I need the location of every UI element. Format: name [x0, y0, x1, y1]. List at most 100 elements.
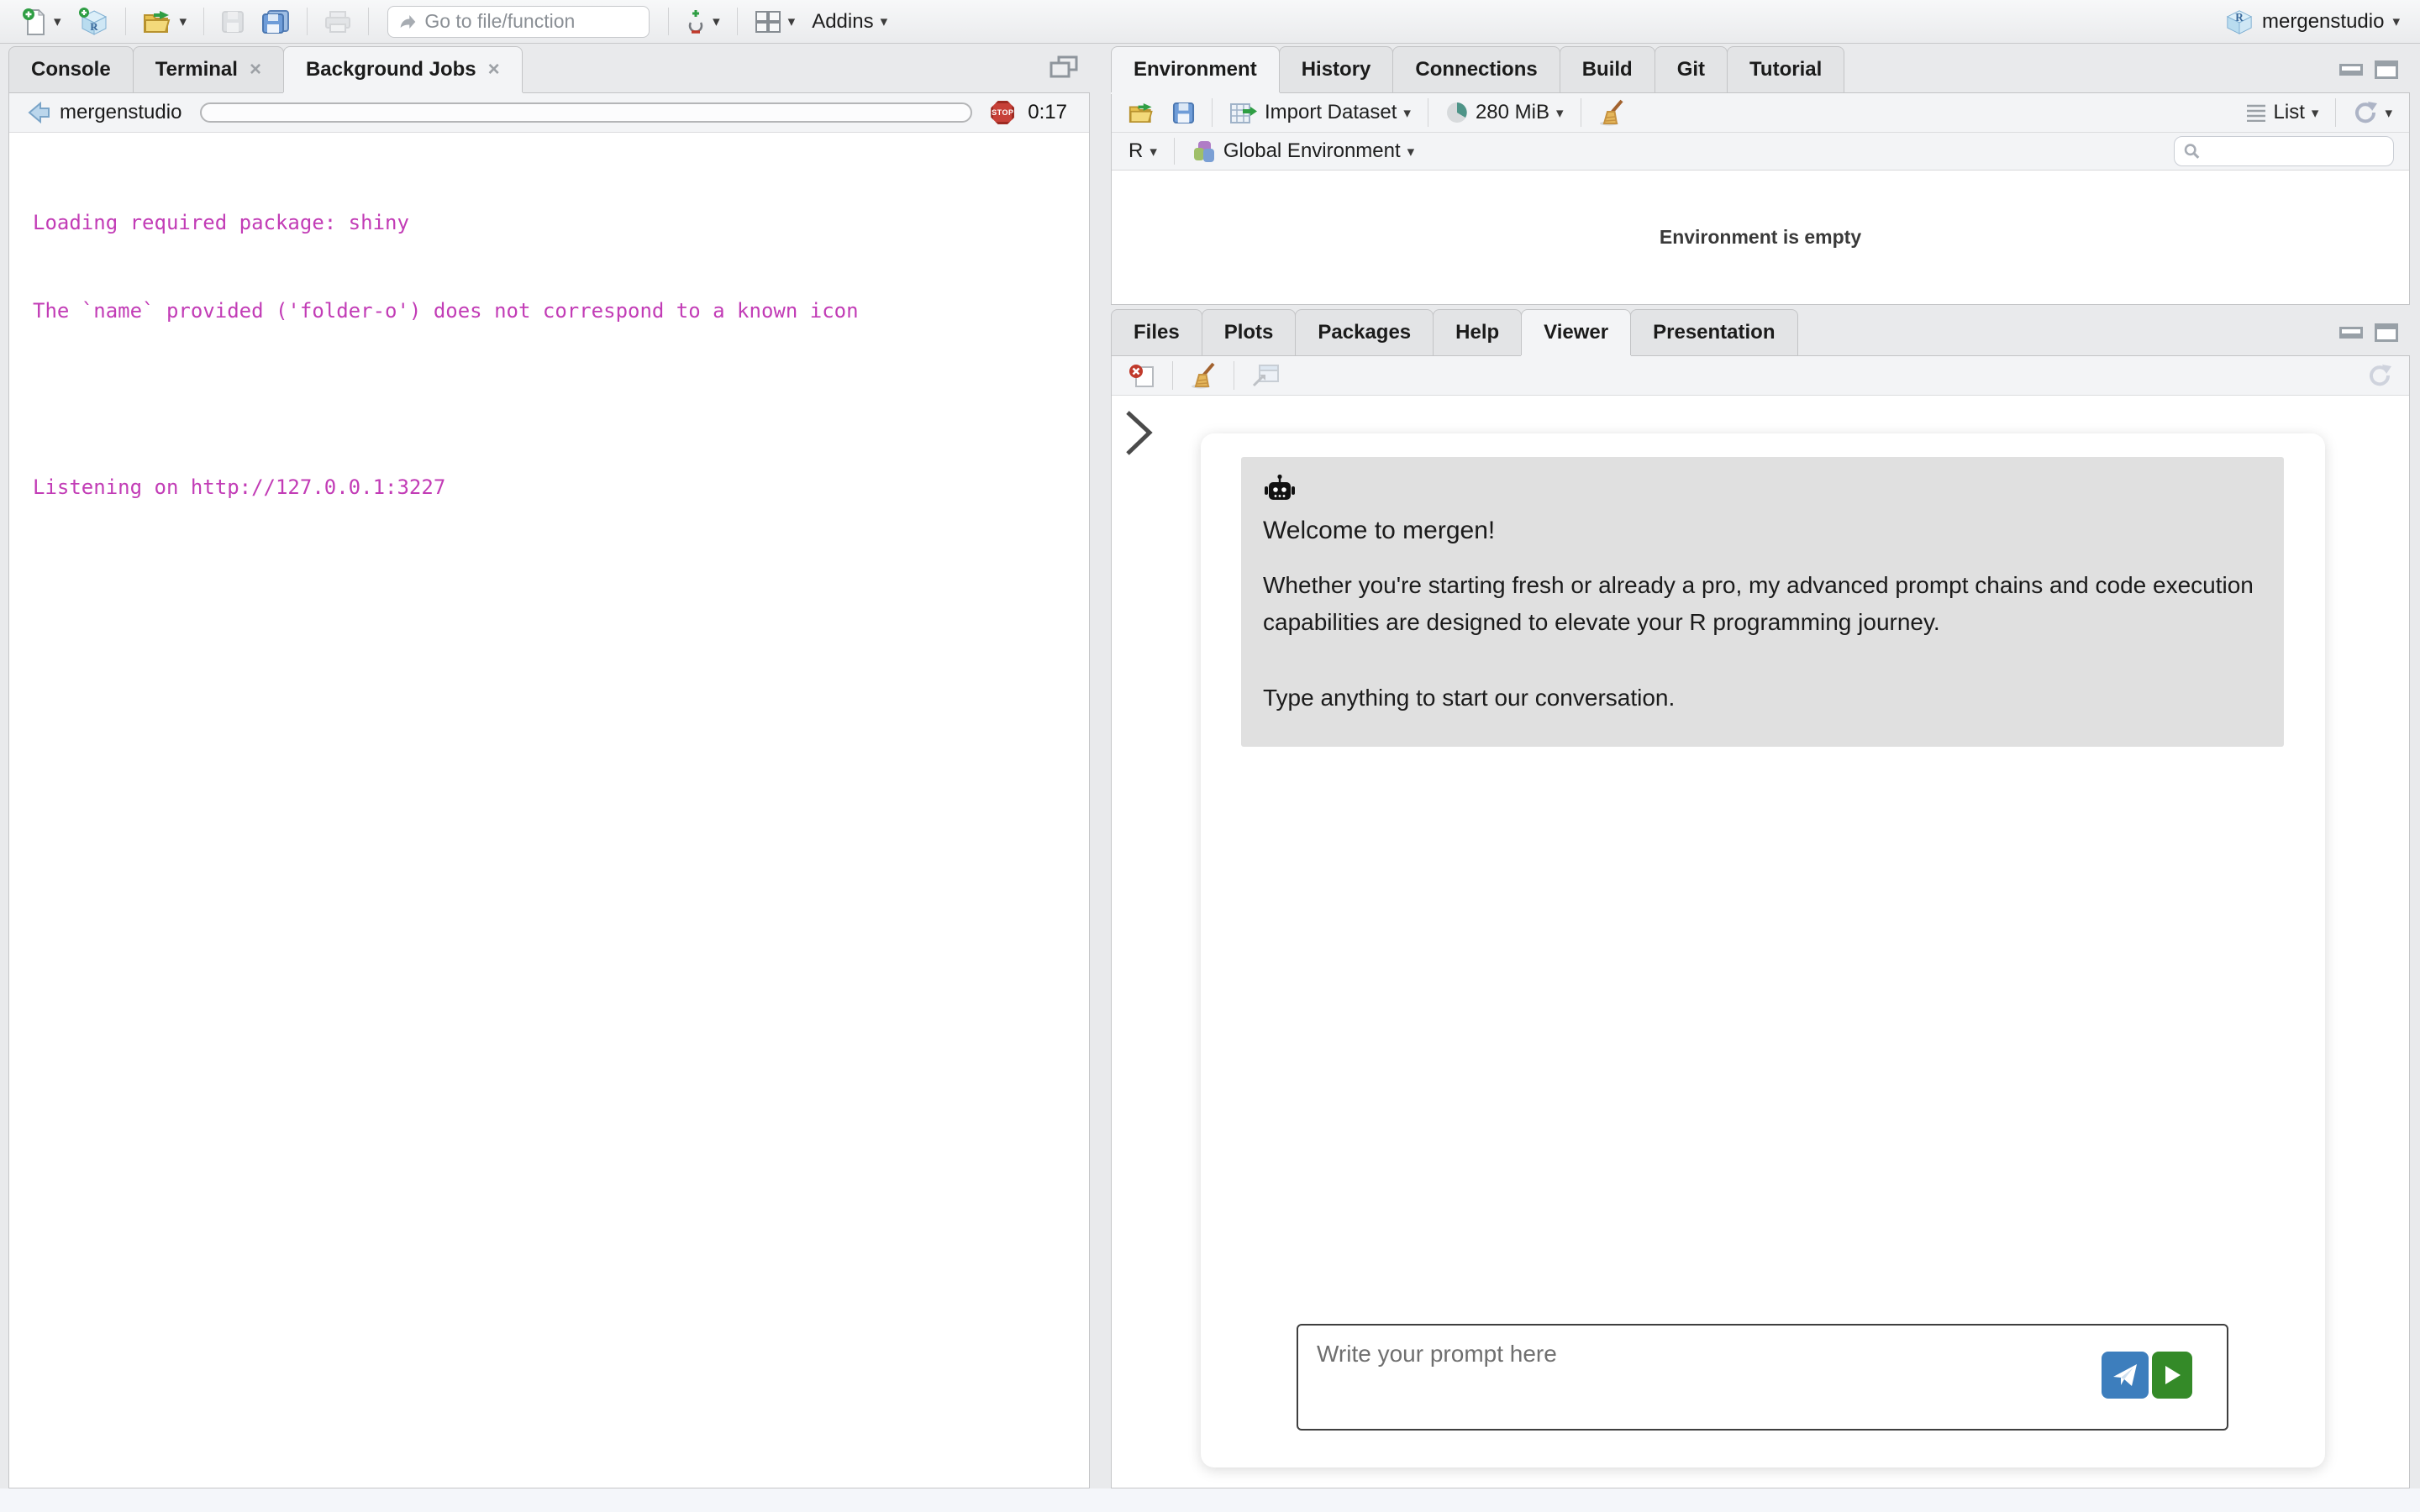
toolbar-separator — [668, 8, 669, 35]
version-control-icon — [686, 8, 706, 36]
version-control-button[interactable]: ▾ — [679, 6, 727, 38]
chat-welcome-title: Welcome to mergen! — [1263, 517, 2262, 545]
environment-toolbar: Import Dataset ▾ 280 MiB ▾ List ▾ — [1112, 93, 2409, 133]
viewer-content: Welcome to mergen! Whether you're starti… — [1112, 396, 2409, 1488]
memory-label: 280 MiB — [1476, 101, 1549, 124]
job-toolbar: mergenstudio STOP 0:17 — [9, 93, 1089, 133]
remove-viewer-item-icon — [1128, 363, 1155, 388]
console-line — [33, 385, 1081, 414]
environment-body: Import Dataset ▾ 280 MiB ▾ List ▾ — [1111, 93, 2410, 305]
list-view-button[interactable]: List ▾ — [2238, 99, 2326, 126]
open-in-new-window-button[interactable] — [1244, 361, 1286, 390]
toolbar-separator — [1212, 98, 1213, 127]
tab-background-jobs[interactable]: Background Jobs × — [283, 46, 523, 92]
refresh-environment-button[interactable]: ▾ — [2346, 98, 2399, 127]
print-button[interactable] — [318, 8, 358, 35]
back-arrow-icon[interactable] — [26, 100, 51, 125]
tab-tutorial[interactable]: Tutorial — [1727, 46, 1844, 92]
maximize-panel-icon[interactable] — [2375, 60, 2398, 79]
clear-environment-button[interactable] — [1591, 97, 1632, 128]
save-all-button[interactable] — [255, 8, 297, 36]
tab-git[interactable]: Git — [1655, 46, 1728, 92]
language-selector[interactable]: R ▾ — [1122, 138, 1164, 165]
job-name: mergenstudio — [60, 101, 182, 124]
broom-icon — [1598, 99, 1625, 126]
play-icon — [2162, 1364, 2182, 1386]
import-dataset-label: Import Dataset — [1265, 101, 1397, 124]
import-dataset-button[interactable]: Import Dataset ▾ — [1223, 98, 1418, 127]
goto-arrow-icon — [398, 12, 416, 32]
tab-presentation[interactable]: Presentation — [1630, 309, 1797, 355]
collapse-chevron-icon[interactable] — [1123, 409, 1155, 458]
clear-all-viewer-button[interactable] — [1183, 360, 1223, 391]
load-workspace-button[interactable] — [1122, 100, 1162, 126]
tab-environment[interactable]: Environment — [1111, 46, 1280, 92]
toolbar-separator — [368, 8, 369, 35]
broom-icon — [1190, 362, 1217, 389]
prompt-input[interactable] — [1298, 1326, 2227, 1429]
workspace-panes-button[interactable]: ▾ — [748, 8, 802, 35]
job-elapsed-time: 0:17 — [1028, 101, 1067, 124]
open-folder-icon — [143, 9, 173, 34]
tab-help[interactable]: Help — [1433, 309, 1522, 355]
chat-intro-paragraph: Whether you're starting fresh or already… — [1263, 567, 2262, 641]
send-button[interactable] — [2102, 1352, 2149, 1399]
goto-file-box — [387, 6, 650, 38]
save-icon — [1172, 102, 1195, 124]
stop-job-button[interactable]: STOP — [991, 101, 1014, 124]
restore-panes-icon[interactable] — [1050, 55, 1078, 79]
tab-plots[interactable]: Plots — [1202, 309, 1297, 355]
tab-console[interactable]: Console — [8, 46, 134, 92]
clear-viewer-button[interactable] — [1122, 361, 1162, 390]
viewer-tabbar: Files Plots Packages Help Viewer Present… — [1111, 309, 2410, 356]
main-toolbar: ▾ R ▾ ▾ ▾ — [0, 0, 2420, 44]
status-strip — [0, 1488, 2420, 1512]
tab-packages[interactable]: Packages — [1295, 309, 1434, 355]
close-icon[interactable]: × — [250, 58, 261, 81]
list-label: List — [2274, 101, 2305, 124]
environment-search-input[interactable] — [2206, 139, 2385, 163]
toolbar-separator — [737, 8, 738, 35]
minimize-panel-icon[interactable] — [2339, 64, 2363, 76]
refresh-viewer-button[interactable] — [2360, 361, 2399, 390]
background-jobs-body: mergenstudio STOP 0:17 Loading required … — [8, 93, 1090, 1488]
rstudio-window: ▾ R ▾ ▾ ▾ — [0, 0, 2420, 1512]
tab-build[interactable]: Build — [1560, 46, 1655, 92]
new-project-button[interactable]: R — [71, 5, 115, 39]
tab-viewer[interactable]: Viewer — [1521, 309, 1631, 355]
minimize-panel-icon[interactable] — [2339, 327, 2363, 339]
scope-label: Global Environment — [1223, 139, 1401, 163]
tab-connections[interactable]: Connections — [1392, 46, 1560, 92]
addins-button[interactable]: Addins ▾ — [805, 8, 894, 35]
panes-grid-icon — [755, 10, 781, 34]
viewer-toolbar — [1112, 356, 2409, 396]
list-lines-icon — [2245, 103, 2267, 122]
run-button[interactable] — [2152, 1352, 2192, 1399]
goto-file-input[interactable] — [423, 9, 639, 34]
environment-panel: Environment History Connections Build Gi… — [1111, 46, 2410, 305]
svg-text:R: R — [90, 20, 98, 33]
environment-empty-message: Environment is empty — [1660, 226, 1861, 249]
memory-usage-button[interactable]: 280 MiB ▾ — [1439, 99, 1570, 126]
environment-scope-selector[interactable]: Global Environment ▾ — [1185, 137, 1421, 165]
paper-plane-icon — [2112, 1362, 2138, 1388]
console-panel: Console Terminal × Background Jobs × mer… — [8, 46, 1090, 1488]
memory-pie-icon — [1445, 101, 1469, 124]
new-project-icon: R — [78, 7, 108, 37]
open-file-button[interactable]: ▾ — [136, 8, 194, 36]
save-workspace-button[interactable] — [1165, 100, 1202, 126]
project-selector[interactable]: R mergenstudio ▾ — [2220, 6, 2405, 38]
console-line: Listening on http://127.0.0.1:3227 — [33, 473, 1081, 502]
save-button[interactable] — [214, 8, 251, 35]
toolbar-separator — [307, 8, 308, 35]
refresh-icon — [2367, 363, 2392, 388]
new-file-button[interactable]: ▾ — [15, 6, 68, 38]
tab-history[interactable]: History — [1279, 46, 1394, 92]
maximize-panel-icon[interactable] — [2375, 323, 2398, 342]
tab-files[interactable]: Files — [1111, 309, 1202, 355]
tab-terminal[interactable]: Terminal × — [133, 46, 284, 92]
toolbar-separator — [125, 8, 126, 35]
print-icon — [324, 10, 351, 34]
close-icon[interactable]: × — [488, 58, 500, 81]
assistant-message: Welcome to mergen! Whether you're starti… — [1241, 457, 2284, 747]
